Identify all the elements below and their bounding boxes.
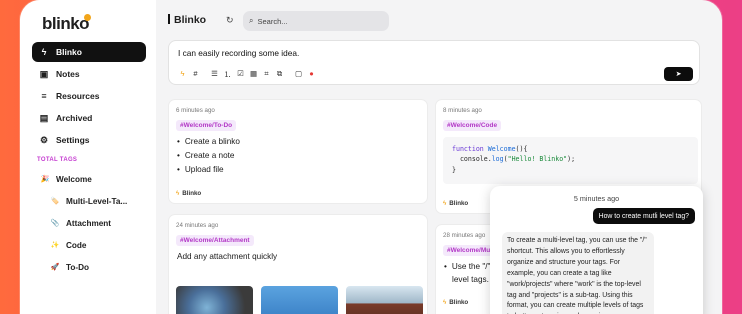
list-item: Use the "/" [444,262,491,271]
chat-user-message: How to create mutli level tag? [592,208,695,224]
main-area: Blinko ↻ ⌕ Search... I can easily record… [156,0,722,314]
card-time: 8 minutes ago [443,107,482,114]
tag-label: Multi-Level-Ta... [66,196,128,206]
attachment-icon[interactable]: ⧉ [273,69,286,80]
tag-label: Welcome [56,174,92,184]
sidebar-item-label: Blinko [56,47,82,57]
ai-chat-panel: 5 minutes ago How to create mutli level … [490,186,703,314]
hashtag-icon[interactable]: # [189,69,202,80]
card-time: 24 minutes ago [176,222,219,229]
card-time: 6 minutes ago [176,107,215,114]
sidebar-item-label: Settings [56,135,90,145]
note-card-todo[interactable]: 6 minutes ago #Welcome/To-Do Create a bl… [168,99,428,204]
code-block: function Welcome(){ console.log("Hello! … [443,137,698,184]
tag-label: Attachment [66,218,112,228]
bolt-icon[interactable]: ϟ [176,69,189,80]
checklist-icon[interactable]: ☑ [234,69,247,80]
send-button[interactable]: ➤ [664,67,693,81]
list-item: Create a blinko [177,137,240,146]
tags-section-title: TOTAL TAGS [37,157,78,163]
rocket-icon: 🚀 [50,264,60,271]
upload-file-icon[interactable]: ▢ [292,69,305,80]
sidebar-item-label: Resources [56,91,100,101]
search-input[interactable]: ⌕ Search... [243,11,389,31]
tag-attachment[interactable]: 📎 Attachment [48,215,111,231]
bolt-icon: ϟ [443,200,447,207]
numbered-list-icon[interactable]: ⒈ [221,69,234,80]
sidebar-item-archived[interactable]: ▤ Archived [32,108,146,128]
card-footer: ϟ Blinko [443,200,469,207]
note-card-attachment[interactable]: 24 minutes ago #Welcome/Attachment Add a… [168,214,428,314]
list-item: Upload file [177,165,224,174]
sidebar-item-blinko[interactable]: ϟ Blinko [32,42,146,62]
page-title: Blinko [168,14,206,26]
tag-label: Code [66,240,87,250]
attachment-image[interactable] [176,286,253,314]
sidebar-item-label: Archived [56,113,93,123]
bolt-icon: ϟ [443,299,447,306]
tag-welcome[interactable]: 🎉 Welcome [38,171,92,187]
code-block-icon[interactable]: ⌗ [260,69,273,80]
sidebar-item-settings[interactable]: ⚙ Settings [32,130,146,150]
tag-code[interactable]: ✨ Code [48,237,87,253]
editor-toolbar: ϟ # ☰ ⒈ ☑ ▦ ⌗ ⧉ ▢ ● [176,69,318,80]
notes-icon: ▣ [39,68,49,79]
search-placeholder: Search... [257,16,288,26]
card-footer: ϟ Blinko [176,190,202,197]
list-item: Create a note [177,151,235,160]
tag-icon: 🏷️ [50,198,60,205]
table-icon[interactable]: ▦ [247,69,260,80]
card-text: Add any attachment quickly [177,252,278,261]
archive-icon: ▤ [39,112,49,123]
sidebar-item-notes[interactable]: ▣ Notes [32,64,146,84]
paperclip-icon: 📎 [50,220,60,227]
sidebar-item-resources[interactable]: ≡ Resources [32,86,146,106]
bullet-list-icon[interactable]: ☰ [208,69,221,80]
refresh-icon[interactable]: ↻ [226,15,234,26]
bolt-icon: ϟ [176,190,180,197]
gear-icon: ⚙ [39,134,49,145]
search-icon: ⌕ [249,16,254,25]
editor-text[interactable]: I can easily recording some idea. [178,48,299,58]
chat-time: 5 minutes ago [573,194,620,203]
app-logo[interactable]: blinko [42,14,90,34]
sidebar: blinko ϟ Blinko ▣ Notes ≡ Resources ▤ Ar… [20,0,156,314]
card-tag[interactable]: #Welcome/Code [443,120,502,131]
list-item-continued: level tags. [452,275,489,284]
card-tag[interactable]: #Welcome/Mu [443,245,495,256]
bolt-icon: ϟ [41,47,47,57]
logo-dot [84,14,91,21]
tag-todo[interactable]: 🚀 To-Do [48,259,89,275]
chat-ai-message: To create a multi-level tag, you can use… [502,232,654,314]
tag-label: To-Do [66,262,90,272]
attachment-image[interactable] [261,286,338,314]
tag-multi-level[interactable]: 🏷️ Multi-Level-Ta... [48,193,128,209]
sidebar-item-label: Notes [56,69,80,79]
sparkle-icon: ✨ [50,242,60,249]
card-footer: ϟ Blinko [443,299,469,306]
card-tag[interactable]: #Welcome/To-Do [176,120,237,131]
record-icon[interactable]: ● [305,69,318,80]
attachment-image[interactable] [346,286,423,314]
app-window: blinko ϟ Blinko ▣ Notes ≡ Resources ▤ Ar… [20,0,722,314]
database-icon: ≡ [41,91,47,101]
party-icon: 🎉 [40,176,50,183]
card-time: 28 minutes ago [443,232,486,239]
note-editor[interactable]: I can easily recording some idea. ϟ # ☰ … [168,40,700,85]
card-tag[interactable]: #Welcome/Attachment [176,235,254,246]
send-icon: ➤ [675,71,682,78]
